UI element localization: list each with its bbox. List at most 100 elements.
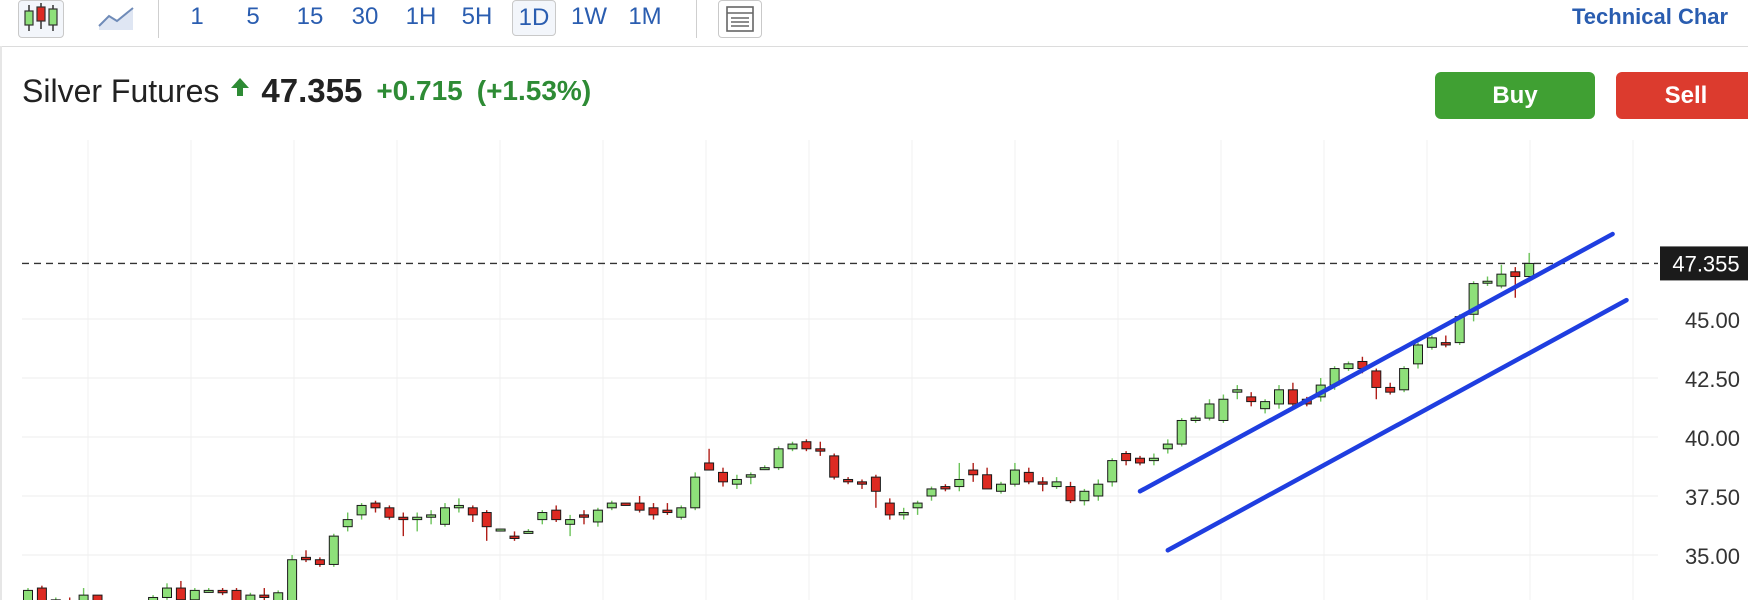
candle-body [648,507,659,516]
candle-body [954,478,965,488]
candle-body [467,507,478,516]
candle-body [273,592,284,600]
candle-body [1287,389,1298,405]
candle-body [426,514,437,518]
candle-body [1343,363,1354,370]
candle-body [301,556,311,561]
candle-body [968,469,979,476]
candle-body [175,587,186,600]
candle-body [912,502,923,509]
instrument-name: Silver Futures [22,72,220,109]
candle-body [203,589,214,593]
candle-body [259,594,270,598]
candle-body [1023,471,1034,483]
candle-body [328,535,339,565]
candle-body [1204,403,1215,419]
candle-body [690,476,701,509]
candle-body [940,486,951,490]
candle-body [843,478,854,483]
chart-toolbar: 1 5 15 30 1H 5H 1D 1W 1M Technical Char [0,0,1748,47]
y-tick-label: 45.00 [1685,308,1740,333]
interval-1d[interactable]: 1D [512,0,556,36]
interval-1m[interactable]: 1 [186,0,208,34]
candle-body [189,589,200,600]
candle-body [1135,457,1145,464]
toolbar-divider [696,0,697,38]
candle-body [731,478,742,485]
candle-body [996,483,1006,492]
candle-body [1148,457,1159,462]
interval-5m[interactable]: 5 [242,0,264,34]
candle-body [495,528,506,532]
candle-body [1037,481,1048,485]
y-tick-label: 42.50 [1685,367,1740,392]
candle-body [1051,481,1062,488]
candle-body [1371,370,1382,388]
candle-body [1524,262,1535,278]
toolbar-divider [158,0,159,38]
candle-body [384,507,395,518]
interval-30m[interactable]: 30 [346,0,384,34]
candle-body [718,471,728,483]
candle-body [592,509,603,523]
candle-body [1385,386,1396,393]
candle-body [1162,443,1173,450]
candle-body [773,448,784,469]
candle-body [801,441,812,450]
interval-1w[interactable]: 1W [569,0,609,34]
candle-body [759,467,770,471]
sell-button[interactable]: Sell [1616,72,1748,119]
candle-body [1093,483,1104,497]
technical-chart-link[interactable]: Technical Char [1572,0,1748,34]
candle-body [634,502,645,511]
candle-body [342,519,353,528]
candle-body [217,589,228,594]
candle-body [509,535,520,539]
candle-body [162,587,172,598]
candle-body [1218,398,1229,421]
candle-body [245,594,256,600]
candle-body [1496,273,1507,287]
last-price: 47.355 [261,72,363,109]
candle-body [565,519,576,525]
candle-body [1260,401,1271,410]
interval-1mo[interactable]: 1M [625,0,665,34]
candle-body [551,509,562,521]
candle-body [606,502,617,509]
candle-body [356,504,367,516]
candlestick-chart-icon[interactable] [18,0,64,38]
candle-body [787,443,798,450]
candle-body [745,474,756,478]
candle-body [982,474,993,490]
candle-body [1190,417,1201,421]
candle-body [36,587,47,600]
interval-5h[interactable]: 5H [457,0,497,34]
candle-body [1482,280,1493,284]
price-change-percent: (+1.53%) [476,75,592,106]
candle-body [898,512,909,516]
y-tick-label: 40.00 [1685,426,1740,451]
trend-channel-upper [1137,231,1615,494]
price-change: +0.715 [376,75,463,106]
layout-icon[interactable] [718,0,762,38]
candle-body [1121,453,1132,462]
y-tick-label: 37.50 [1685,485,1740,510]
candle-body [440,507,450,525]
interval-15m[interactable]: 15 [291,0,329,34]
candle-body [1009,469,1020,485]
candle-body [1107,460,1118,483]
area-chart-icon[interactable] [96,0,136,36]
candle-body [1176,419,1187,445]
candle-body [1079,490,1090,502]
candle-body [1065,486,1076,502]
candle-body [481,512,492,528]
candle-body [1426,337,1437,348]
buy-button[interactable]: Buy [1435,72,1595,119]
interval-1h[interactable]: 1H [403,0,439,34]
candle-body [1413,344,1423,365]
candle-body [662,509,673,514]
candle-body [870,476,881,492]
candle-body [857,481,867,485]
candle-body [370,502,381,509]
candlestick-chart[interactable]: 35.00 37.50 40.00 42.50 45.00 47.355 [0,140,1748,600]
